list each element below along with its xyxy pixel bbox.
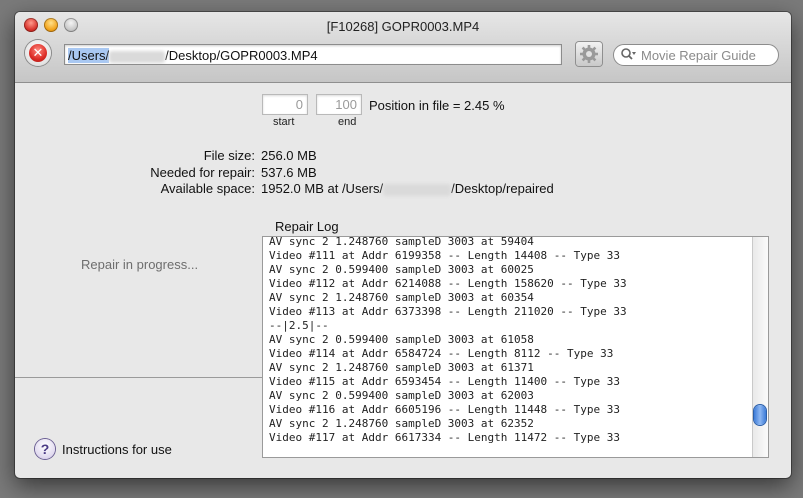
log-scrollbar[interactable] — [752, 237, 768, 457]
search-icon — [621, 48, 636, 60]
needed-for-repair-value: 537.6 MB — [261, 165, 317, 180]
available-space-value: 1952.0 MB at /Users/redacted/Desktop/rep… — [261, 181, 554, 196]
position-in-file: Position in file = 2.45 % — [369, 98, 505, 113]
log-line: Video #116 at Addr 6605196 -- Length 114… — [269, 403, 620, 416]
end-label: end — [338, 116, 357, 128]
repair-status: Repair in progress... — [81, 257, 199, 272]
log-line: Video #117 at Addr 6617334 -- Length 114… — [269, 431, 620, 444]
log-lines: AV sync 2 1.248760 sampleD 3003 at 59404… — [269, 236, 627, 445]
log-line: Video #115 at Addr 6593454 -- Length 114… — [269, 375, 620, 388]
file-size-value: 256.0 MB — [261, 148, 317, 163]
log-line: AV sync 2 0.599400 sampleD 3003 at 62003 — [269, 389, 534, 402]
app-window: [F10268] GOPR0003.MP4 ✕ /Users/redacted/… — [15, 12, 791, 478]
window-title: [F10268] GOPR0003.MP4 — [326, 19, 480, 34]
stop-repair-button[interactable]: ✕ — [25, 40, 51, 66]
log-line: AV sync 2 1.248760 sampleD 3003 at 60354 — [269, 291, 534, 304]
available-suffix: /Desktop/repaired — [451, 181, 554, 196]
settings-button[interactable] — [576, 42, 602, 66]
log-line: AV sync 2 1.248760 sampleD 3003 at 59404 — [269, 236, 534, 248]
divider — [15, 377, 262, 378]
available-redacted: redacted — [383, 183, 452, 196]
log-line: Video #113 at Addr 6373398 -- Length 211… — [269, 305, 627, 318]
end-position-input[interactable]: 100 — [316, 94, 362, 115]
log-line: AV sync 2 0.599400 sampleD 3003 at 61058 — [269, 333, 534, 346]
log-line: Video #114 at Addr 6584724 -- Length 811… — [269, 347, 614, 360]
instructions-link[interactable]: Instructions for use — [62, 442, 172, 457]
search-placeholder: Movie Repair Guide — [641, 48, 756, 63]
log-line: Video #112 at Addr 6214088 -- Length 158… — [269, 277, 627, 290]
available-prefix: 1952.0 MB at /Users/ — [261, 181, 384, 196]
path-prefix: /Users/ — [68, 48, 110, 63]
search-field[interactable]: Movie Repair Guide — [613, 44, 779, 66]
log-line: AV sync 2 0.599400 sampleD 3003 at 60025 — [269, 263, 534, 276]
log-line: Video #111 at Addr 6199358 -- Length 144… — [269, 249, 620, 262]
repair-log-title: Repair Log — [275, 219, 339, 234]
needed-for-repair-label: Needed for repair: — [150, 165, 255, 180]
available-space-label: Available space: — [160, 181, 255, 196]
gear-icon — [580, 45, 598, 63]
file-path-field[interactable]: /Users/redacted/Desktop/GOPR0003.MP4 — [64, 44, 562, 65]
start-label: start — [273, 116, 295, 128]
log-line: AV sync 2 1.248760 sampleD 3003 at 62352 — [269, 417, 534, 430]
start-position-input[interactable]: 0 — [262, 94, 308, 115]
path-suffix: /Desktop/GOPR0003.MP4 — [165, 48, 318, 63]
stop-icon: ✕ — [29, 44, 47, 62]
log-line: AV sync 2 1.248760 sampleD 3003 at 61371 — [269, 361, 534, 374]
log-line: --|2.5|-- — [269, 319, 329, 332]
path-redacted: redacted — [109, 50, 166, 63]
help-icon[interactable]: ? — [35, 439, 55, 459]
title-bar: [F10268] GOPR0003.MP4 ✕ /Users/redacted/… — [15, 12, 791, 83]
repair-log[interactable]: AV sync 2 1.248760 sampleD 3003 at 59404… — [262, 236, 769, 458]
scrollbar-thumb[interactable] — [754, 405, 766, 425]
file-size-label: File size: — [203, 148, 255, 163]
